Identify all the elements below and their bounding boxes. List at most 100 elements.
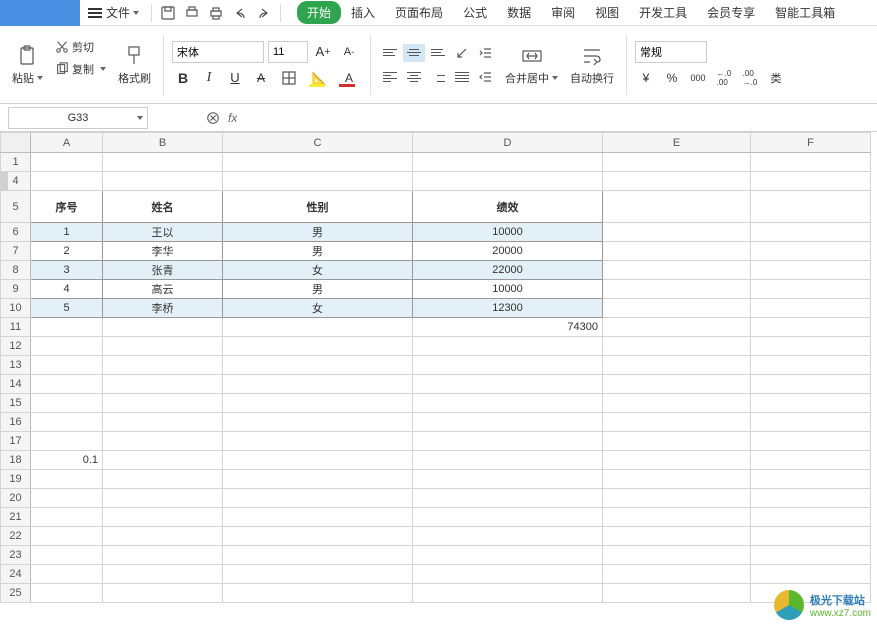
cell[interactable]: 12300 [413, 299, 603, 318]
cell[interactable]: 0.1 [31, 451, 103, 470]
tab-page-layout[interactable]: 页面布局 [385, 1, 453, 24]
percent-button[interactable]: % [661, 67, 683, 89]
tab-data[interactable]: 数据 [497, 1, 541, 24]
row-header[interactable]: 19 [1, 470, 31, 489]
row-header[interactable]: 24 [1, 565, 31, 584]
cell[interactable]: 李华 [103, 242, 223, 261]
fx-label[interactable]: fx [228, 111, 237, 125]
decrease-font-icon[interactable]: A- [338, 41, 360, 63]
row-header[interactable]: 1 [1, 153, 31, 172]
cancel-formula-icon[interactable] [206, 111, 220, 125]
tab-home[interactable]: 开始 [297, 1, 341, 24]
align-bottom-button[interactable] [427, 44, 449, 62]
row-header[interactable]: 12 [1, 337, 31, 356]
strikethrough-button[interactable]: A [250, 67, 272, 89]
cell[interactable]: 性别 [223, 191, 413, 223]
cell[interactable]: 10000 [413, 280, 603, 299]
decrease-decimal-button[interactable]: .00→.0 [739, 67, 761, 89]
tab-smart-tools[interactable]: 智能工具箱 [765, 1, 845, 24]
redo-icon[interactable] [252, 1, 276, 25]
copy-button[interactable]: 复制 [51, 59, 110, 79]
merge-center-button[interactable]: 合并居中 [501, 33, 562, 97]
cell[interactable]: 女 [223, 261, 413, 280]
cell[interactable]: 王以 [103, 223, 223, 242]
row-group-collapse-indicator[interactable] [0, 172, 8, 190]
currency-button[interactable]: ¥ [635, 67, 657, 89]
row-header[interactable]: 16 [1, 413, 31, 432]
cell[interactable]: 张青 [103, 261, 223, 280]
cell[interactable]: 20000 [413, 242, 603, 261]
cell[interactable]: 姓名 [103, 191, 223, 223]
font-name-select[interactable] [172, 41, 264, 63]
row-header[interactable]: 15 [1, 394, 31, 413]
border-button[interactable] [276, 67, 302, 89]
print-preview-icon[interactable] [180, 1, 204, 25]
tab-insert[interactable]: 插入 [341, 1, 385, 24]
row-header[interactable]: 14 [1, 375, 31, 394]
col-header[interactable]: E [603, 133, 751, 153]
type-convert-button[interactable]: 类 [765, 67, 787, 89]
align-middle-button[interactable] [403, 44, 425, 62]
align-center-button[interactable] [403, 68, 425, 86]
increase-font-icon[interactable]: A+ [312, 41, 334, 63]
row-header[interactable]: 18 [1, 451, 31, 470]
align-left-button[interactable] [379, 68, 401, 86]
font-size-select[interactable] [268, 41, 308, 63]
col-header[interactable]: C [223, 133, 413, 153]
row-header[interactable]: 7 [1, 242, 31, 261]
cell[interactable]: 5 [31, 299, 103, 318]
cell[interactable]: 3 [31, 261, 103, 280]
italic-button[interactable]: I [198, 67, 220, 89]
row-header[interactable]: 8 [1, 261, 31, 280]
grid-table[interactable]: A B C D E F 1 4 5 序号 姓名 性别 绩效 61王以男10000… [0, 132, 871, 603]
row-header[interactable]: 21 [1, 508, 31, 527]
cell[interactable]: 序号 [31, 191, 103, 223]
row-header[interactable]: 10 [1, 299, 31, 318]
tab-formulas[interactable]: 公式 [453, 1, 497, 24]
tab-view[interactable]: 视图 [585, 1, 629, 24]
tab-member[interactable]: 会员专享 [697, 1, 765, 24]
cell[interactable]: 2 [31, 242, 103, 261]
col-header[interactable]: D [413, 133, 603, 153]
orientation-button[interactable] [451, 44, 473, 62]
select-all-corner[interactable] [1, 133, 31, 153]
row-header[interactable]: 5 [1, 191, 31, 223]
fill-color-button[interactable]: 📐 [306, 67, 332, 89]
tab-developer[interactable]: 开发工具 [629, 1, 697, 24]
cell[interactable]: 高云 [103, 280, 223, 299]
underline-button[interactable]: U [224, 67, 246, 89]
row-header[interactable]: 13 [1, 356, 31, 375]
cell[interactable]: 1 [31, 223, 103, 242]
undo-icon[interactable] [228, 1, 252, 25]
paste-button[interactable]: 粘贴 [8, 33, 47, 97]
cell[interactable]: 李桥 [103, 299, 223, 318]
tab-review[interactable]: 审阅 [541, 1, 585, 24]
increase-decimal-button[interactable]: ←.0.00 [713, 67, 735, 89]
justify-button[interactable] [451, 68, 473, 86]
row-header[interactable]: 17 [1, 432, 31, 451]
name-box[interactable]: G33 [8, 107, 148, 129]
file-menu-button[interactable]: 文件 [80, 0, 147, 25]
save-icon[interactable] [156, 1, 180, 25]
align-top-button[interactable] [379, 44, 401, 62]
row-header[interactable]: 11 [1, 318, 31, 337]
row-header[interactable]: 25 [1, 584, 31, 603]
cell[interactable]: 男 [223, 223, 413, 242]
cut-button[interactable]: 剪切 [51, 37, 110, 57]
cell[interactable]: 绩效 [413, 191, 603, 223]
bold-button[interactable]: B [172, 67, 194, 89]
increase-indent-button[interactable] [475, 44, 497, 62]
cell[interactable]: 74300 [413, 318, 603, 337]
wrap-text-button[interactable]: 自动换行 [566, 33, 618, 97]
row-header[interactable]: 6 [1, 223, 31, 242]
formula-input[interactable] [237, 107, 877, 129]
cell[interactable]: 男 [223, 280, 413, 299]
comma-button[interactable]: 000 [687, 67, 709, 89]
font-color-button[interactable]: A [336, 67, 362, 89]
cell[interactable]: 男 [223, 242, 413, 261]
cell[interactable]: 22000 [413, 261, 603, 280]
col-header[interactable]: A [31, 133, 103, 153]
number-format-select[interactable] [635, 41, 707, 63]
cell[interactable]: 女 [223, 299, 413, 318]
cell[interactable]: 4 [31, 280, 103, 299]
